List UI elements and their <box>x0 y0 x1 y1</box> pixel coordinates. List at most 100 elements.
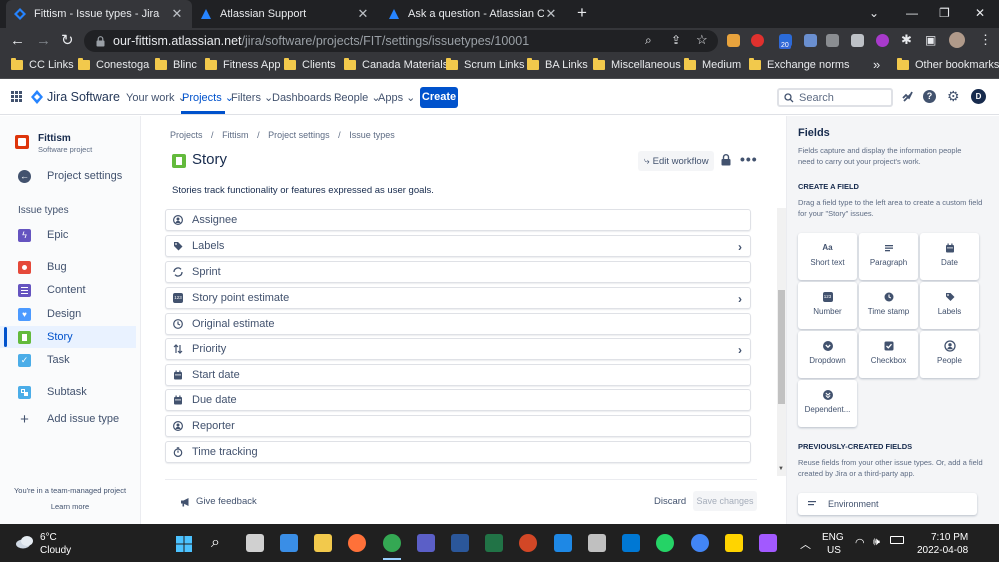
task-view-icon[interactable] <box>246 534 264 552</box>
file-explorer-icon[interactable] <box>314 534 332 552</box>
field-row-reporter[interactable]: Reporter <box>165 415 751 437</box>
jira-search-box[interactable] <box>777 88 893 107</box>
bookmark-folder[interactable]: Medium <box>684 58 741 71</box>
reload-icon[interactable]: ↻ <box>61 33 74 49</box>
extension-icon[interactable] <box>851 34 864 47</box>
sidebar-item-epic[interactable]: ϟ Epic <box>0 224 136 246</box>
bookmark-folder[interactable]: Conestoga <box>78 58 149 71</box>
browser-tab-atlassian-support[interactable]: Atlassian Support ✕ <box>192 0 378 28</box>
sidebar-item-design[interactable]: ♥ Design <box>0 303 136 325</box>
close-tab-icon[interactable]: ✕ <box>356 6 370 22</box>
add-issue-type-button[interactable]: + Add issue type <box>0 408 136 430</box>
field-type-time-stamp[interactable]: Time stamp <box>859 282 918 329</box>
nav-projects[interactable]: Projects ⌄ <box>182 91 234 104</box>
jira-logo[interactable]: Jira Software <box>31 90 120 104</box>
powerpoint-icon[interactable] <box>519 534 537 552</box>
field-type-checkbox[interactable]: Checkbox <box>859 331 918 378</box>
windows-start-icon[interactable] <box>176 536 192 552</box>
sidebar-item-task[interactable]: ✓ Task <box>0 349 136 371</box>
sticky-notes-icon[interactable] <box>725 534 743 552</box>
notifications-icon[interactable] <box>901 90 914 103</box>
word-icon[interactable] <box>451 534 469 552</box>
nav-people[interactable]: People ⌄ <box>334 91 381 104</box>
extension-icon[interactable] <box>876 34 889 47</box>
field-type-dependent[interactable]: Dependent... <box>798 380 857 427</box>
scrollbar-track[interactable]: ▼ <box>777 208 786 476</box>
wifi-icon[interactable]: ◠ <box>855 536 865 549</box>
field-row-assignee[interactable]: Assignee <box>165 209 751 231</box>
chevron-right-icon[interactable]: › <box>738 292 742 306</box>
field-type-people[interactable]: People <box>920 331 979 378</box>
excel-icon[interactable] <box>485 534 503 552</box>
bookmark-folder[interactable]: Miscellaneous <box>593 58 681 71</box>
user-avatar[interactable]: D <box>971 89 986 104</box>
weather-description[interactable]: Cloudy <box>40 545 71 556</box>
discard-button[interactable]: Discard <box>654 496 686 507</box>
settings-gear-icon[interactable]: ⚙ <box>947 88 960 105</box>
bookmark-folder[interactable]: Clients <box>284 58 336 71</box>
bookmark-folder[interactable]: BA Links <box>527 58 588 71</box>
field-type-labels[interactable]: Labels <box>920 282 979 329</box>
browser-tab-atlassian-community[interactable]: Ask a question - Atlassian Comm ✕ <box>380 0 566 28</box>
save-changes-button[interactable]: Save changes <box>693 491 757 511</box>
other-bookmarks-folder[interactable]: Other bookmarks <box>897 58 999 71</box>
sidebar-item-bug[interactable]: Bug <box>0 256 136 278</box>
page-title[interactable]: Story <box>192 151 227 168</box>
bookmarks-overflow-button[interactable]: » <box>873 57 880 72</box>
field-row-due-date[interactable]: Due date <box>165 389 751 411</box>
close-tab-icon[interactable]: ✕ <box>170 6 184 22</box>
breadcrumb-projects[interactable]: Projects <box>170 130 203 140</box>
breadcrumb-issue-types[interactable]: Issue types <box>349 130 395 140</box>
story-type-icon[interactable] <box>172 154 186 168</box>
nav-dashboards[interactable]: Dashboards ⌄ <box>272 91 344 104</box>
zoom-icon[interactable]: ⌕ <box>645 33 652 48</box>
puzzle-extensions-icon[interactable]: ✱ <box>901 32 912 48</box>
scrollbar-thumb[interactable] <box>778 290 785 404</box>
field-row-time-tracking[interactable]: Time tracking <box>165 441 751 463</box>
more-actions-icon[interactable]: ••• <box>740 151 758 167</box>
app-icon[interactable] <box>588 534 606 552</box>
restore-button[interactable]: ❐ <box>939 6 950 20</box>
address-bar[interactable]: our-fittism.atlassian.net/jira/software/… <box>84 30 718 52</box>
bookmark-folder[interactable]: Blinc <box>155 58 197 71</box>
scroll-down-icon[interactable]: ▼ <box>778 466 784 472</box>
side-panel-icon[interactable]: ▣ <box>925 32 936 48</box>
extension-icon[interactable] <box>727 34 740 47</box>
create-button[interactable]: Create <box>420 87 458 108</box>
give-feedback-button[interactable]: Give feedback <box>180 496 257 507</box>
field-row-sprint[interactable]: Sprint <box>165 261 751 283</box>
figma-icon[interactable] <box>759 534 777 552</box>
field-type-short-text[interactable]: Aa Short text <box>798 233 857 280</box>
bookmark-folder[interactable]: CC Links <box>11 58 74 71</box>
share-icon[interactable]: ⇪ <box>671 33 681 47</box>
bookmark-folder[interactable]: Canada Materials <box>344 58 448 71</box>
field-type-dropdown[interactable]: Dropdown <box>798 331 857 378</box>
breadcrumb-project-settings[interactable]: Project settings <box>268 130 330 140</box>
teams-icon[interactable] <box>417 534 435 552</box>
browser-menu-icon[interactable]: ⋮ <box>979 32 992 48</box>
field-row-start-date[interactable]: Start date <box>165 364 751 386</box>
edit-workflow-button[interactable]: ⤷ Edit workflow <box>638 151 714 171</box>
sidebar-item-story[interactable]: Story <box>0 326 136 348</box>
nav-your-work[interactable]: Your work ⌄ <box>126 91 187 104</box>
mail-icon[interactable] <box>280 534 298 552</box>
chrome-icon[interactable] <box>691 534 709 552</box>
sidebar-item-content[interactable]: Content <box>0 279 136 301</box>
help-icon[interactable]: ? <box>923 90 936 103</box>
extension-icon[interactable] <box>804 34 817 47</box>
input-region[interactable]: US <box>827 545 841 556</box>
sidebar-item-subtask[interactable]: Subtask <box>0 381 136 403</box>
chevron-right-icon[interactable]: › <box>738 343 742 357</box>
minimize-button[interactable]: — <box>906 6 918 20</box>
chevron-right-icon[interactable]: › <box>738 240 742 254</box>
tab-search-icon[interactable]: ⌄ <box>869 6 879 20</box>
field-type-date[interactable]: Date <box>920 233 979 280</box>
volume-icon[interactable]: 🕪 <box>873 536 880 549</box>
chevron-up-icon[interactable]: ︿ <box>800 536 811 552</box>
nav-filters[interactable]: Filters ⌄ <box>231 91 273 104</box>
close-window-button[interactable]: ✕ <box>975 6 985 20</box>
field-row-labels[interactable]: Labels › <box>165 235 751 257</box>
field-type-number[interactable]: 123 Number <box>798 282 857 329</box>
bookmark-folder[interactable]: Fitness App <box>205 58 280 71</box>
previous-field-environment[interactable]: Environment <box>798 493 977 515</box>
